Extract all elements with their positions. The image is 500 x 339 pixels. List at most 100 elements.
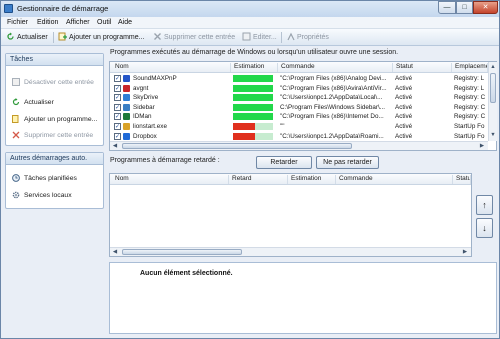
enable-checkbox[interactable]: ✓ (114, 94, 121, 102)
menu-edition[interactable]: Edition (37, 19, 58, 26)
startup-programs-grid[interactable]: Nom Estimation Commande Statut Emplaceme… (109, 61, 497, 151)
close-button[interactable]: ✕ (473, 1, 498, 14)
toolbar-separator (281, 32, 282, 43)
task-scheduled[interactable]: Tâches planifiées (12, 174, 77, 182)
enable-checkbox[interactable]: ✓ (114, 84, 121, 92)
scroll-left-icon[interactable]: ◀ (111, 248, 119, 256)
menu-aide[interactable]: Aide (118, 19, 132, 26)
add-program-label: Ajouter un programme... (69, 34, 145, 41)
table-row[interactable]: ✓ avgnt "C:\Program Files (x86)\Avira\Anti… (110, 84, 488, 93)
program-status: Activé (395, 103, 413, 111)
program-status: Activé (395, 94, 413, 102)
program-command: "C:\Users\ionpc1.2\AppData\Roami... (280, 132, 384, 140)
task-add-program[interactable]: Ajouter un programme... (12, 115, 97, 123)
properties-button[interactable]: Propriétés (286, 32, 329, 43)
hscroll-thumb[interactable] (122, 143, 352, 149)
move-up-button[interactable]: ↑ (476, 195, 493, 215)
edit-icon (242, 32, 251, 41)
add-program-button[interactable]: Ajouter un programme... (58, 32, 144, 43)
hscroll-thumb[interactable] (122, 249, 242, 255)
menu-bar: Fichier Edition Afficher Outil Aide (1, 17, 499, 29)
refresh-button[interactable]: Actualiser (6, 32, 48, 43)
program-location: Registry: L (454, 75, 485, 82)
delayed-horizontal-scrollbar[interactable]: ◀ ▶ (110, 247, 471, 256)
program-status: Activé (395, 75, 413, 82)
menu-outil[interactable]: Outil (97, 19, 111, 26)
app-icon (4, 4, 13, 13)
main-window: Gestionnaire de démarrage — □ ✕ Fichier … (0, 0, 500, 339)
col-commande[interactable]: Commande (279, 63, 393, 72)
tasks-panel: Tâches Désactiver cette entrée Actualise… (5, 53, 104, 146)
estimation-bar-fill (233, 103, 273, 111)
col-statut[interactable]: Statut (454, 175, 471, 184)
table-row[interactable]: ✓ lionstart.exe "" Activé StartUp Fo (110, 122, 488, 131)
col-nom[interactable]: Nom (113, 175, 229, 184)
enable-checkbox[interactable]: ✓ (114, 113, 121, 121)
delayed-programs-grid[interactable]: Nom Retard Estimation Commande Statut ◀ … (109, 173, 472, 257)
startup-horizontal-scrollbar[interactable]: ◀ ▶ (110, 141, 488, 150)
program-icon (123, 123, 130, 130)
delete-entry-label: Supprimer cette entrée (164, 34, 236, 41)
scroll-up-icon[interactable]: ▲ (489, 63, 497, 71)
enable-checkbox[interactable]: ✓ (114, 75, 121, 82)
scroll-right-icon[interactable]: ▶ (478, 142, 486, 150)
edit-button[interactable]: Editer... (242, 32, 277, 43)
program-command: "" (280, 123, 285, 130)
col-estimation[interactable]: Estimation (289, 175, 336, 184)
scroll-thumb[interactable] (490, 73, 496, 103)
title-bar: Gestionnaire de démarrage — □ ✕ (1, 1, 499, 17)
estimation-bar (233, 113, 273, 121)
move-down-button[interactable]: ↓ (476, 218, 493, 238)
estimation-bar (233, 123, 273, 130)
col-emplacement[interactable]: Emplacement (453, 63, 488, 72)
program-location: Registry: C (454, 94, 486, 102)
table-row[interactable]: ✓ Dropbox "C:\Users\ionpc1.2\AppData\Roami… (110, 132, 488, 141)
program-icon (123, 103, 130, 111)
col-nom[interactable]: Nom (113, 63, 231, 72)
refresh-label: Actualiser (17, 34, 48, 41)
task-delete-entry[interactable]: Supprimer cette entrée (12, 131, 93, 139)
col-statut[interactable]: Statut (394, 63, 452, 72)
table-row[interactable]: ✓ SkyDrive "C:\Users\ionpc1.2\AppData\Loca… (110, 93, 488, 102)
table-row[interactable]: ✓ Sidebar C:\Program Files\Windows Sidebar… (110, 103, 488, 112)
program-location: Registry: C (454, 103, 486, 111)
task-refresh[interactable]: Actualiser (12, 98, 54, 106)
delete-entry-button[interactable]: Supprimer cette entrée (153, 32, 235, 43)
col-commande[interactable]: Commande (337, 175, 453, 184)
task-refresh-label: Actualiser (24, 99, 54, 106)
col-estimation[interactable]: Estimation (232, 63, 278, 72)
program-location: StartUp Fo (454, 123, 485, 130)
scroll-down-icon[interactable]: ▼ (489, 131, 497, 139)
other-startups-panel: Autres démarrages auto. Tâches planifiée… (5, 152, 104, 209)
program-name: lionstart.exe (133, 123, 167, 130)
program-status: Activé (395, 113, 413, 121)
window-title: Gestionnaire de démarrage (17, 4, 109, 13)
estimation-bar-fill (233, 84, 273, 92)
minimize-button[interactable]: — (438, 1, 456, 14)
delay-button[interactable]: Retarder (256, 156, 312, 169)
program-name: Sidebar (133, 103, 155, 111)
maximize-button[interactable]: □ (456, 1, 473, 14)
no-delay-button[interactable]: Ne pas retarder (316, 156, 379, 169)
scroll-left-icon[interactable]: ◀ (111, 142, 119, 150)
table-row[interactable]: ✓ IDMan "C:\Program Files (x86)\Internet D… (110, 112, 488, 121)
enable-checkbox[interactable]: ✓ (114, 103, 121, 111)
table-row[interactable]: ✓ SoundMAXPnP "C:\Program Files (x86)\Anal… (110, 74, 488, 83)
task-add-program-label: Ajouter un programme... (24, 116, 98, 123)
delete-icon (153, 32, 162, 41)
startup-vertical-scrollbar[interactable]: ▲ ▼ (488, 62, 497, 141)
enable-checkbox[interactable]: ✓ (114, 123, 121, 130)
task-local-services[interactable]: Services locaux (12, 191, 72, 199)
program-location: Registry: L (454, 84, 485, 92)
menu-fichier[interactable]: Fichier (7, 19, 28, 26)
edit-label: Editer... (253, 34, 277, 41)
tasks-panel-header: Tâches (6, 54, 103, 66)
col-retard[interactable]: Retard (230, 175, 288, 184)
right-pane: Programmes exécutés au démarrage de Wind… (108, 46, 498, 336)
task-disable-entry[interactable]: Désactiver cette entrée (12, 78, 94, 86)
task-disable-label: Désactiver cette entrée (24, 79, 94, 86)
enable-checkbox[interactable]: ✓ (114, 132, 121, 140)
menu-afficher[interactable]: Afficher (66, 19, 90, 26)
program-status: Activé (395, 132, 413, 140)
scroll-right-icon[interactable]: ▶ (461, 248, 469, 256)
